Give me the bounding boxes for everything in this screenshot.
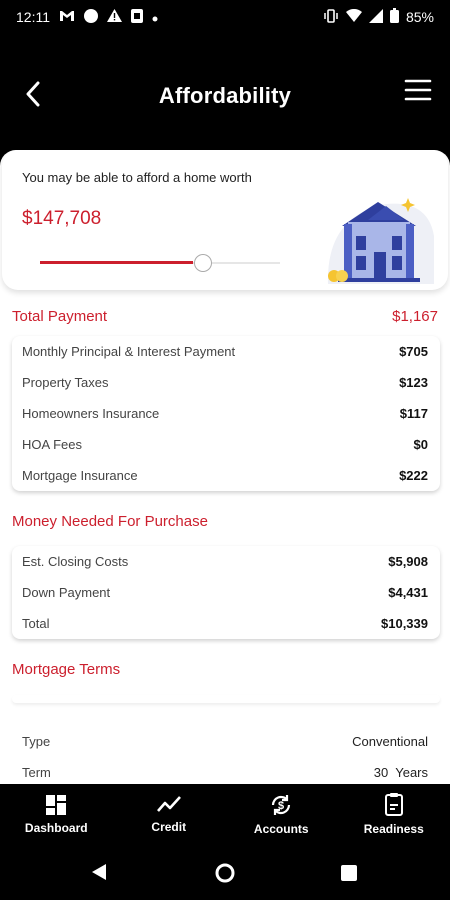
gmail-icon [59, 9, 75, 25]
mortgage-terms-list: Type Conventional Term 30 Years [12, 726, 440, 784]
affordability-card: You may be able to afford a home worth $… [2, 150, 448, 290]
app-notification-icon [131, 8, 143, 26]
system-home-icon[interactable] [215, 863, 235, 883]
dot-icon [152, 9, 158, 25]
battery-percent: 85% [405, 9, 434, 25]
system-back-icon[interactable] [90, 862, 108, 882]
row-value: $705 [399, 344, 428, 359]
bottom-nav: Dashboard Credit $ Accounts Readiness [0, 784, 450, 844]
battery-icon [389, 8, 399, 26]
money-needed-header: Money Needed For Purchase [0, 508, 450, 534]
row-label: Type [22, 734, 51, 749]
app-header: Affordability [0, 64, 450, 128]
menu-button[interactable] [404, 78, 432, 108]
nav-label: Credit [151, 819, 187, 834]
svg-text:$: $ [278, 800, 284, 812]
total-payment-amount: $1,167 [392, 307, 438, 325]
list-item: Type Conventional [12, 726, 440, 757]
vibrate-icon [323, 8, 339, 26]
row-value: $123 [399, 375, 428, 390]
nav-label: Accounts [253, 821, 309, 836]
row-value: $5,908 [388, 554, 428, 569]
content-sheet: You may be able to afford a home worth $… [0, 150, 450, 784]
nav-label: Readiness [363, 821, 424, 836]
list-item: Monthly Principal & Interest Payment $705 [12, 336, 440, 367]
row-value: Conventional [352, 734, 428, 749]
row-value: $0 [413, 437, 428, 452]
credit-chart-icon [156, 795, 181, 812]
accounts-sync-icon: $ [272, 794, 291, 815]
row-label: Homeowners Insurance [22, 406, 160, 421]
row-value: $10,339 [381, 616, 428, 631]
row-label: Monthly Principal & Interest Payment [22, 344, 236, 359]
row-value: $117 [399, 406, 428, 421]
circle-notification-icon [84, 8, 98, 26]
total-payment-list: Monthly Principal & Interest Payment $705… [12, 336, 440, 491]
status-bar: 12:11 85% [0, 0, 450, 34]
nav-dashboard[interactable]: Dashboard [0, 784, 113, 844]
slider-thumb[interactable] [194, 254, 213, 272]
affordability-slider[interactable] [40, 253, 280, 273]
row-value: $4,431 [388, 585, 428, 600]
row-value: $222 [399, 468, 428, 483]
row-label: Term [22, 765, 51, 780]
nav-readiness[interactable]: Readiness [338, 784, 450, 844]
system-recents-icon[interactable] [341, 865, 357, 881]
mortgage-terms-header: Mortgage Terms [0, 656, 450, 682]
readiness-doc-icon [384, 792, 403, 816]
hamburger-menu-icon [404, 79, 432, 101]
total-payment-title: Total Payment [12, 307, 108, 325]
house-illustration-icon [327, 198, 434, 284]
afford-amount: $147,708 [22, 208, 102, 229]
list-item: Down Payment $4,431 [12, 577, 440, 608]
row-label: HOA Fees [22, 437, 82, 452]
list-item: Est. Closing Costs $5,908 [12, 546, 440, 577]
system-nav-bar [0, 844, 450, 900]
page-title: Affordability [158, 83, 292, 108]
money-needed-list: Est. Closing Costs $5,908 Down Payment $4,… [12, 546, 440, 639]
signal-icon [368, 8, 383, 26]
row-label: Total [22, 616, 50, 631]
list-item: Mortgage Insurance $222 [12, 460, 440, 491]
status-time: 12:11 [16, 9, 50, 25]
afford-label: You may be able to afford a home worth [22, 170, 252, 185]
nav-credit[interactable]: Credit [113, 784, 226, 844]
slider-fill [40, 261, 194, 264]
list-item: Property Taxes $123 [12, 367, 440, 398]
terms-divider [12, 695, 440, 703]
list-item: Term 30 Years [12, 757, 440, 784]
mortgage-terms-title: Mortgage Terms [12, 660, 121, 678]
nav-label: Dashboard [24, 820, 88, 835]
row-label: Down Payment [22, 585, 111, 600]
row-label: Est. Closing Costs [22, 554, 129, 569]
money-needed-title: Money Needed For Purchase [12, 512, 208, 530]
chevron-left-icon [26, 81, 40, 107]
back-button[interactable] [18, 76, 48, 112]
total-payment-header: Total Payment $1,167 [0, 303, 450, 329]
row-label: Property Taxes [22, 375, 109, 390]
list-item: Total $10,339 [12, 608, 440, 639]
alert-icon [107, 9, 122, 25]
row-value: 30 Years [373, 765, 428, 780]
dashboard-icon [46, 794, 67, 815]
row-label: Mortgage Insurance [22, 468, 138, 483]
list-item: Homeowners Insurance $117 [12, 398, 440, 429]
nav-accounts[interactable]: $ Accounts [225, 784, 338, 844]
list-item: HOA Fees $0 [12, 429, 440, 460]
wifi-icon [345, 8, 362, 25]
